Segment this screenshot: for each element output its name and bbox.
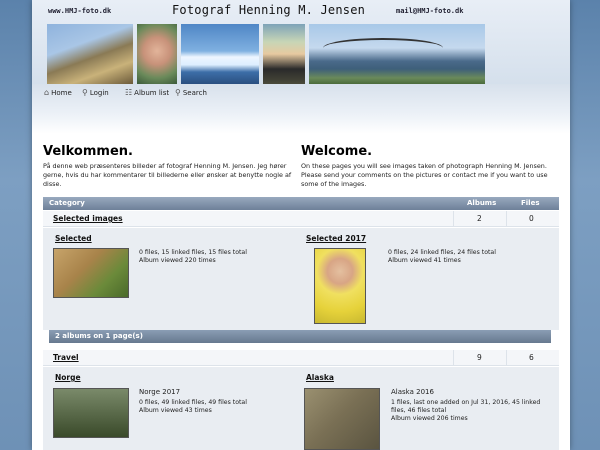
page-container: www.HMJ-foto.dk Fotograf Henning M. Jens… (32, 0, 570, 450)
site-email[interactable]: mail@HMJ-foto.dk (396, 7, 463, 15)
column-divider (506, 350, 507, 366)
album-link-selected-2017[interactable]: Selected 2017 (306, 234, 366, 243)
album-link-selected[interactable]: Selected (55, 234, 92, 243)
column-divider (453, 350, 454, 366)
album-meta-selected-2017: 0 files, 24 linked files, 24 files total… (388, 249, 496, 265)
header-albums: Albums (467, 199, 497, 207)
home-icon: ⌂ (44, 88, 50, 97)
header-photo-face (137, 24, 177, 84)
album-thumbnail-eagle[interactable] (53, 388, 129, 438)
header-photo-woman (263, 24, 305, 84)
album-meta-norge: 0 files, 49 linked files, 49 files total… (139, 399, 247, 415)
welcome-english-title: Welcome. (301, 144, 373, 159)
search-icon: ⚲ (175, 88, 181, 97)
album-views: Album viewed 220 times (139, 257, 216, 264)
category-link-travel[interactable]: Travel (53, 353, 79, 362)
album-views: Album viewed 43 times (139, 407, 212, 414)
album-subtitle-alaska: Alaska 2016 (391, 388, 434, 396)
nav-login[interactable]: ⚲ Login (82, 88, 109, 97)
album-stats: 1 files, last one added on Jul 31, 2016,… (391, 399, 541, 406)
album-thumbnail-bear[interactable] (304, 388, 380, 450)
welcome-danish-text: På denne web præsenteres billeder af fot… (43, 162, 292, 188)
nav-search[interactable]: ⚲ Search (175, 88, 207, 97)
category-row-travel: Travel 9 6 (43, 350, 559, 366)
files-count: 6 (529, 353, 534, 362)
travel-albums-panel: Norge Norge 2017 0 files, 49 linked file… (43, 367, 559, 450)
welcome-english: Welcome. On these pages you will see ima… (301, 144, 551, 189)
header-files: Files (521, 199, 540, 207)
album-meta-selected: 0 files, 15 linked files, 15 files total… (139, 249, 247, 265)
albums-count: 9 (477, 353, 482, 362)
site-url[interactable]: www.HMJ-foto.dk (48, 7, 111, 15)
album-thumbnail-lion[interactable] (53, 248, 129, 298)
welcome-english-text: On these pages you will see images taken… (301, 162, 548, 188)
album-stats: 0 files, 15 linked files, 15 files total (139, 249, 247, 256)
header-category: Category (49, 199, 85, 207)
album-views: Album viewed 41 times (388, 257, 461, 264)
albums-count: 2 (477, 214, 482, 223)
nav-home-label: Home (51, 88, 72, 97)
pager-text: 2 albums on 1 page(s) (55, 332, 143, 340)
category-link-selected-images[interactable]: Selected images (53, 214, 123, 223)
header-photo-bridge (309, 24, 485, 84)
column-divider (453, 211, 454, 227)
nav-home[interactable]: ⌂ Home (44, 88, 72, 97)
nav-bar: ⌂ Home ⚲ Login ☷ Album list ⚲ Search (32, 84, 570, 134)
welcome-danish: Velkommen. På denne web præsenteres bill… (43, 144, 293, 189)
category-table-header: Category Albums Files (43, 197, 559, 210)
album-list-icon: ☷ (125, 88, 133, 97)
album-views: Album viewed 206 times (391, 415, 468, 422)
albums-pager: 2 albums on 1 page(s) (49, 330, 551, 343)
selected-albums-panel: Selected 0 files, 15 linked files, 15 fi… (43, 228, 559, 330)
album-link-norge[interactable]: Norge (55, 373, 81, 382)
header-photo-mountain (47, 24, 133, 84)
nav-login-label: Login (89, 88, 109, 97)
site-title: Fotograf Henning M. Jensen (172, 3, 366, 17)
album-stats: 0 files, 24 linked files, 24 files total (388, 249, 496, 256)
album-link-alaska[interactable]: Alaska (306, 373, 334, 382)
category-row-selected: Selected images 2 0 (43, 211, 559, 227)
nav-album-list-label: Album list (134, 88, 170, 97)
album-stats: 0 files, 49 linked files, 49 files total (139, 399, 247, 406)
column-divider (506, 211, 507, 227)
album-thumbnail-girl[interactable] (314, 248, 366, 324)
nav-album-list[interactable]: ☷ Album list (125, 88, 169, 97)
welcome-danish-title: Velkommen. (43, 144, 133, 159)
login-icon: ⚲ (82, 88, 88, 97)
album-subtitle-norge: Norge 2017 (139, 388, 181, 396)
album-meta-alaska: 1 files, last one added on Jul 31, 2016,… (391, 399, 540, 423)
album-stats-cont: files, 46 files total (391, 407, 447, 414)
site-header: www.HMJ-foto.dk Fotograf Henning M. Jens… (32, 0, 570, 84)
header-photo-iceberg (181, 24, 259, 84)
files-count: 0 (529, 214, 534, 223)
nav-search-label: Search (182, 88, 207, 97)
bridge-arch (323, 38, 443, 58)
